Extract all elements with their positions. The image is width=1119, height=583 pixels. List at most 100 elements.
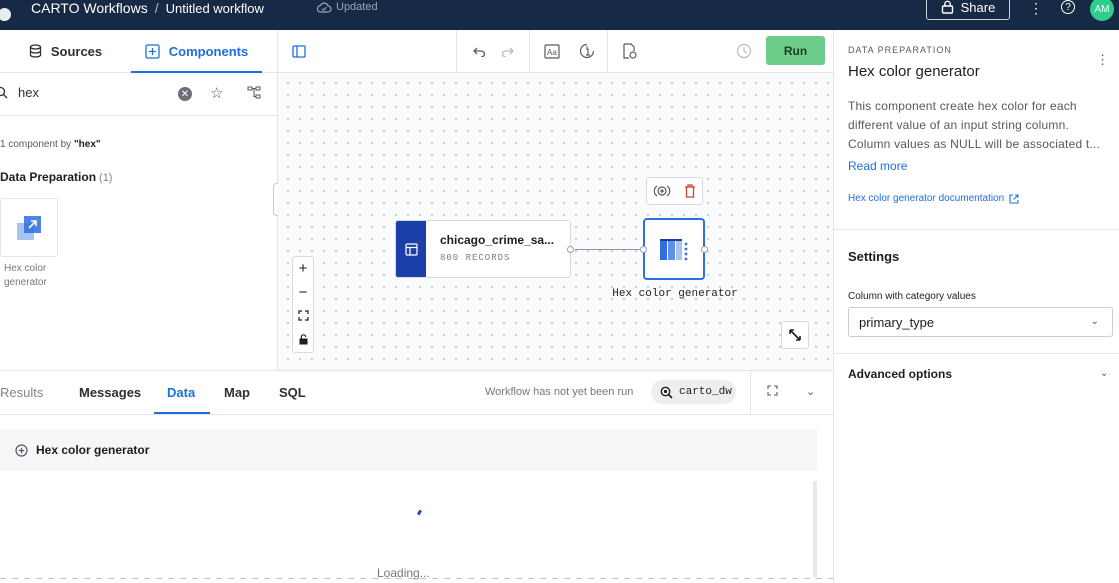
column-select[interactable]: primary_type ⌄ (848, 307, 1113, 337)
variables-icon[interactable] (579, 43, 595, 59)
section-divider (834, 229, 1119, 230)
component-more-icon[interactable]: ⋮ (1096, 52, 1109, 68)
tab-sql[interactable]: SQL (279, 385, 306, 400)
workflow-name[interactable]: Untitled workflow (166, 1, 264, 16)
category-data-preparation[interactable]: Data Preparation (1) (0, 170, 112, 184)
svg-text:Aa: Aa (547, 48, 557, 57)
results-scrollbar[interactable] (813, 481, 817, 578)
connection-chip[interactable]: carto_dw (651, 380, 736, 404)
tab-components-label: Components (168, 43, 249, 59)
bottom-panel: Results Messages Data Map SQL Workflow h… (0, 370, 833, 583)
column-select-value: primary_type (859, 314, 935, 330)
run-history-icon[interactable] (736, 43, 752, 59)
run-status-text: Workflow has not yet been run (485, 386, 634, 398)
delete-node-icon[interactable] (684, 184, 696, 198)
right-panel: DATA PREPARATION Hex color generator ⋮ T… (833, 30, 1119, 583)
external-link-icon (1009, 193, 1019, 204)
connection-edge[interactable] (575, 249, 641, 250)
duplicate-node-icon[interactable] (653, 184, 671, 198)
read-more-link[interactable]: Read more (848, 159, 907, 173)
lock-icon (941, 0, 953, 14)
schedule-icon[interactable] (622, 43, 637, 59)
tab-sources[interactable]: Sources (0, 30, 131, 72)
collapse-arrows-icon (789, 329, 801, 341)
connection-name: carto_dw (679, 386, 732, 398)
source-output-port[interactable] (567, 246, 574, 253)
documentation-link[interactable]: Hex color generator documentation (848, 193, 1019, 204)
section-divider (834, 353, 1119, 354)
search-icon (0, 86, 8, 99)
carto-logo-icon[interactable] (0, 8, 11, 21)
auto-layout-button[interactable] (781, 321, 809, 349)
cloud-check-icon (316, 2, 332, 13)
zoom-out-button[interactable]: − (293, 281, 313, 305)
active-tab-indicator (154, 412, 210, 414)
source-node[interactable]: chicago_crime_sa... 800 RECORDS (395, 220, 574, 278)
save-status-label: Updated (336, 1, 378, 13)
add-circle-icon (15, 443, 28, 457)
tab-map[interactable]: Map (224, 385, 250, 400)
favorites-star-icon[interactable]: ☆ (210, 84, 223, 102)
tab-data[interactable]: Data (167, 385, 195, 400)
bottom-dashed-border (0, 578, 833, 579)
left-tabs: Sources Components (0, 30, 277, 73)
share-label: Share (960, 0, 996, 15)
category-count: (1) (99, 172, 113, 184)
fit-view-icon (297, 310, 309, 321)
zoom-in-button[interactable]: + (293, 257, 313, 281)
hex-color-generator-node[interactable] (640, 218, 708, 280)
settings-heading: Settings (848, 249, 900, 264)
result-count-query: "hex" (73, 139, 101, 150)
bottom-divider (750, 371, 751, 415)
tab-messages[interactable]: Messages (79, 385, 141, 400)
component-search: ✕ ☆ (0, 73, 277, 116)
lock-icon (299, 334, 307, 345)
advanced-chevron-down-icon[interactable]: ⌄ (1100, 368, 1108, 379)
loading-spinner-icon (416, 509, 423, 516)
tab-components[interactable]: Components (131, 30, 262, 73)
hex-color-generator-node-icon (660, 239, 688, 261)
clear-search-icon[interactable]: ✕ (178, 87, 192, 101)
component-icon (145, 43, 160, 59)
hex-node-input-port[interactable] (640, 246, 647, 253)
collapse-panel-chevron-icon[interactable]: ⌄ (806, 385, 815, 398)
left-panel: Sources Components ✕ ☆ 1 component by "h… (0, 30, 278, 370)
search-input[interactable] (18, 85, 168, 100)
fit-view-button[interactable] (293, 305, 313, 329)
toggle-sidebar-icon[interactable] (292, 45, 306, 58)
undo-icon[interactable] (472, 47, 486, 57)
hex-node-output-port[interactable] (701, 246, 708, 253)
more-menu-icon[interactable]: ⋮ (1029, 0, 1043, 17)
result-header-title: Hex color generator (36, 443, 150, 457)
help-icon[interactable]: ? (1061, 0, 1075, 14)
tree-view-icon[interactable] (247, 86, 262, 100)
redo-icon[interactable] (501, 47, 515, 57)
share-button[interactable]: Share (926, 0, 1010, 20)
title-separator: / (154, 0, 159, 16)
workflow-canvas[interactable]: chicago_crime_sa... 800 RECORDS Hex colo… (278, 73, 833, 370)
column-field-label: Column with category values (848, 291, 976, 302)
component-card-label: Hex color generator (4, 263, 47, 288)
user-avatar[interactable]: AM (1090, 0, 1114, 21)
component-title: Hex color generator (848, 63, 980, 80)
advanced-options-toggle[interactable]: Advanced options (848, 367, 952, 381)
description-line: This component create hex color for each (848, 99, 1077, 113)
text-annotation-icon[interactable]: Aa (544, 44, 560, 59)
run-button[interactable]: Run (766, 36, 825, 65)
source-node-name: chicago_crime_sa... (440, 233, 555, 247)
connection-icon (660, 386, 673, 399)
hex-color-generator-icon (17, 215, 41, 240)
result-header[interactable]: Hex color generator (0, 429, 817, 471)
toolbar-divider (607, 30, 608, 73)
title-row: CARTO Workflows / Untitled workflow (31, 0, 264, 16)
expand-panel-icon[interactable] (767, 385, 778, 396)
component-card-hex-color-generator[interactable] (0, 198, 58, 257)
lock-canvas-button[interactable] (293, 329, 313, 353)
bottom-tabs: Results Messages Data Map SQL Workflow h… (0, 371, 833, 415)
result-count: 1 component by "hex" (0, 139, 101, 150)
source-node-records: 800 RECORDS (440, 253, 511, 263)
toolbar-divider (529, 30, 530, 73)
hex-node-label: Hex color generator (612, 288, 738, 300)
tab-results[interactable]: Results (0, 385, 43, 400)
zoom-controls: + − (292, 256, 314, 353)
